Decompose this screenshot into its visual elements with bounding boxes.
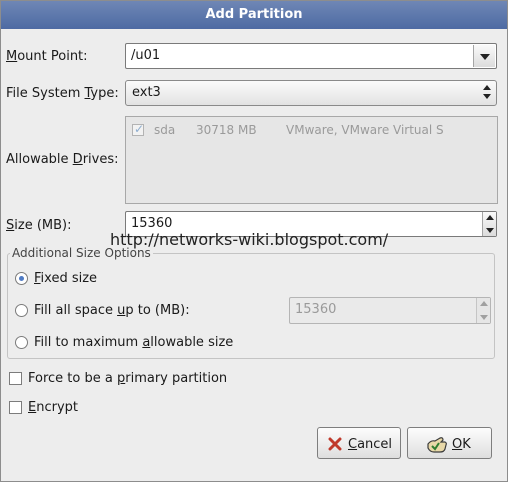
- fill-up-to-spin-buttons: [476, 298, 490, 323]
- cancel-x-icon: [328, 437, 342, 451]
- checkmark-icon: ✓: [134, 122, 145, 136]
- spin-down-icon[interactable]: [486, 228, 494, 233]
- cancel-button-label: Cancel: [348, 437, 393, 452]
- mount-point-combobox[interactable]: /u01: [125, 43, 497, 69]
- fill-max-radio[interactable]: [15, 336, 28, 349]
- add-partition-dialog: Add Partition Mount Point: /u01 File Sys…: [0, 0, 508, 482]
- allowable-drives-list: ✓ sda 30718 MB VMware, VMware Virtual S: [125, 116, 498, 204]
- drive-model: VMware, VMware Virtual S: [286, 123, 444, 137]
- fill-up-to-value: 15360: [295, 302, 337, 317]
- fixed-size-radio[interactable]: [15, 272, 28, 285]
- watermark-url: http://networks-wiki.blogspot.com/: [110, 230, 389, 249]
- fs-type-label: File System Type:: [6, 86, 119, 101]
- mount-point-input[interactable]: /u01: [131, 48, 160, 63]
- allowable-drives-label: Allowable Drives:: [6, 152, 119, 167]
- mount-point-label: Mount Point:: [6, 49, 88, 64]
- encrypt-label[interactable]: Encrypt: [28, 400, 78, 415]
- fill-up-to-radio[interactable]: [15, 304, 28, 317]
- fixed-size-label[interactable]: Fixed size: [34, 271, 97, 286]
- spin-down-icon: [480, 315, 488, 320]
- spin-up-icon: [480, 301, 488, 306]
- fill-up-to-spinner: 15360: [289, 297, 491, 324]
- primary-partition-label[interactable]: Force to be a primary partition: [28, 371, 227, 386]
- fill-max-label[interactable]: Fill to maximum allowable size: [34, 335, 233, 350]
- mount-point-dropdown-button[interactable]: [473, 45, 495, 67]
- fs-type-value: ext3: [132, 85, 161, 100]
- primary-partition-checkbox[interactable]: [9, 372, 22, 385]
- dialog-title: Add Partition: [1, 1, 507, 29]
- fill-up-to-label[interactable]: Fill all space up to (MB):: [34, 303, 190, 318]
- drive-size: 30718 MB: [196, 123, 257, 137]
- ok-button-label: OK: [452, 437, 471, 452]
- ok-hand-icon: [427, 437, 447, 453]
- drive-name: sda: [154, 123, 176, 137]
- size-label: Size (MB):: [6, 218, 72, 233]
- drive-checkbox-sda: ✓: [132, 122, 145, 136]
- ok-button[interactable]: OK: [407, 427, 492, 459]
- chevron-down-icon: [480, 54, 490, 60]
- size-spin-buttons[interactable]: [482, 212, 496, 236]
- encrypt-checkbox[interactable]: [9, 401, 22, 414]
- spin-up-icon[interactable]: [486, 215, 494, 220]
- fs-type-select[interactable]: ext3: [125, 80, 497, 106]
- size-input[interactable]: 15360: [131, 216, 172, 231]
- select-arrows-icon: [483, 85, 491, 101]
- cancel-button[interactable]: Cancel: [317, 427, 401, 459]
